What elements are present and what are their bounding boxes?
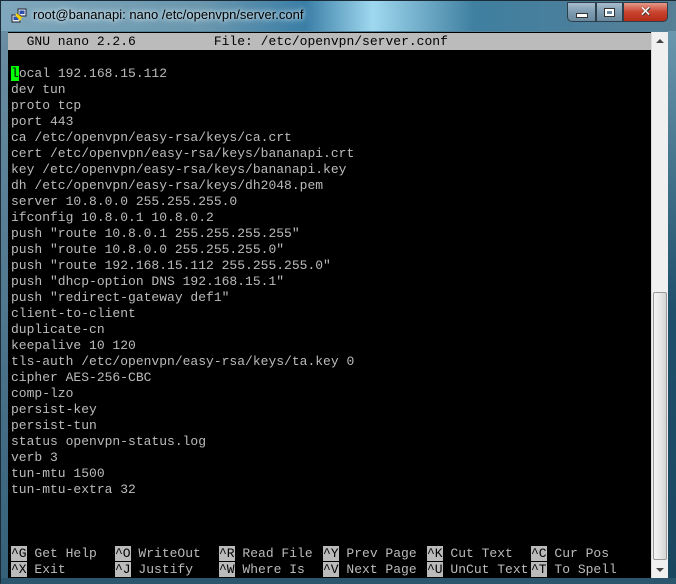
file-line[interactable]: cert /etc/openvpn/easy-rsa/keys/bananapi… — [11, 146, 354, 162]
title-bar[interactable]: root@bananapi: nano /etc/openvpn/server.… — [1, 1, 676, 31]
shortcut-label: Where Is — [234, 562, 321, 577]
shortcut-label: Prev Page — [338, 546, 425, 561]
shortcut-to-spell[interactable]: ^T To Spell — [531, 562, 617, 578]
shortcut-label: WriteOut — [130, 546, 217, 561]
arrow-up-icon — [656, 38, 664, 43]
nano-header-bar: GNU nano 2.2.6 File: /etc/openvpn/server… — [8, 33, 651, 50]
terminal-window: root@bananapi: nano /etc/openvpn/server.… — [0, 0, 676, 584]
file-line[interactable]: port 443 — [11, 114, 73, 130]
shortcut-read-file[interactable]: ^R Read File — [219, 546, 320, 562]
shortcut-key: ^W — [219, 562, 235, 577]
file-line[interactable]: tun-mtu-extra 32 — [11, 482, 136, 498]
vertical-scrollbar[interactable] — [651, 32, 668, 578]
maximize-icon — [604, 7, 615, 17]
file-line[interactable]: push "route 10.8.0.1 255.255.255.255" — [11, 226, 300, 242]
file-line[interactable]: push "redirect-gateway def1" — [11, 290, 229, 306]
shortcut-justify[interactable]: ^J Justify — [115, 562, 216, 578]
shortcut-label: Read File — [234, 546, 321, 561]
maximize-button[interactable] — [596, 2, 623, 22]
shortcut-label: UnCut Text — [442, 562, 529, 577]
file-line[interactable]: verb 3 — [11, 450, 58, 466]
file-line[interactable]: server 10.8.0.0 255.255.255.0 — [11, 194, 237, 210]
shortcut-label: Cut Text — [442, 546, 529, 561]
shortcut-key: ^R — [219, 546, 235, 561]
shortcut-label: Cur Pos — [546, 546, 610, 561]
file-line[interactable]: ca /etc/openvpn/easy-rsa/keys/ca.crt — [11, 130, 292, 146]
file-line[interactable]: persist-key — [11, 402, 97, 418]
window-title: root@bananapi: nano /etc/openvpn/server.… — [33, 7, 304, 22]
shortcut-key: ^J — [115, 562, 131, 577]
shortcut-writeout[interactable]: ^O WriteOut — [115, 546, 216, 562]
shortcut-key: ^T — [531, 562, 547, 577]
putty-app-icon[interactable] — [11, 8, 27, 24]
file-line[interactable]: client-to-client — [11, 306, 136, 322]
text-cursor: l — [11, 66, 19, 81]
shortcut-prev-page[interactable]: ^Y Prev Page — [323, 546, 424, 562]
file-line[interactable]: persist-tun — [11, 418, 97, 434]
shortcut-label: Next Page — [338, 562, 425, 577]
window-frame-right — [668, 31, 676, 584]
shortcut-label: Get Help — [26, 546, 113, 561]
shortcut-key: ^U — [427, 562, 443, 577]
shortcut-key: ^O — [115, 546, 131, 561]
shortcut-cut-text[interactable]: ^K Cut Text — [427, 546, 528, 562]
shortcut-key: ^K — [427, 546, 443, 561]
close-icon: ✕ — [639, 4, 652, 20]
scroll-up-button[interactable] — [652, 32, 668, 49]
scroll-down-button[interactable] — [652, 561, 668, 578]
file-line[interactable]: keepalive 10 120 — [11, 338, 136, 354]
close-button[interactable]: ✕ — [623, 2, 668, 22]
shortcut-label: To Spell — [546, 562, 617, 577]
file-line[interactable]: tun-mtu 1500 — [11, 466, 105, 482]
shortcut-next-page[interactable]: ^V Next Page — [323, 562, 424, 578]
shortcut-uncut-text[interactable]: ^U UnCut Text — [427, 562, 528, 578]
file-line[interactable]: tls-auth /etc/openvpn/easy-rsa/keys/ta.k… — [11, 354, 354, 370]
shortcut-key: ^X — [11, 562, 27, 577]
shortcut-label: Exit — [26, 562, 113, 577]
nano-header-text: GNU nano 2.2.6 File: /etc/openvpn/server… — [11, 34, 448, 49]
shortcut-key: ^C — [531, 546, 547, 561]
file-line[interactable]: cipher AES-256-CBC — [11, 370, 151, 386]
shortcut-key: ^V — [323, 562, 339, 577]
shortcut-exit[interactable]: ^X Exit — [11, 562, 112, 578]
scrollbar-thumb[interactable] — [653, 292, 667, 560]
file-line[interactable]: proto tcp — [11, 98, 81, 114]
file-line[interactable]: push "route 192.168.15.112 255.255.255.0… — [11, 258, 331, 274]
window-frame-left — [1, 31, 8, 584]
file-line[interactable]: ifconfig 10.8.0.1 10.8.0.2 — [11, 210, 214, 226]
file-line[interactable]: status openvpn-status.log — [11, 434, 206, 450]
file-line[interactable]: push "dhcp-option DNS 192.168.15.1" — [11, 274, 284, 290]
shortcut-get-help[interactable]: ^G Get Help — [11, 546, 112, 562]
file-line[interactable]: dh /etc/openvpn/easy-rsa/keys/dh2048.pem — [11, 178, 323, 194]
file-line[interactable]: comp-lzo — [11, 386, 73, 402]
file-line-text: ocal 192.168.15.112 — [18, 66, 168, 81]
minimize-button[interactable] — [567, 2, 596, 22]
shortcut-key: ^Y — [323, 546, 339, 561]
file-line[interactable]: key /etc/openvpn/easy-rsa/keys/bananapi.… — [11, 162, 346, 178]
file-line[interactable]: dev tun — [11, 82, 66, 98]
shortcut-cur-pos[interactable]: ^C Cur Pos — [531, 546, 609, 562]
file-line[interactable]: push "route 10.8.0.0 255.255.255.0" — [11, 242, 284, 258]
arrow-down-icon — [656, 567, 664, 572]
shortcut-where-is[interactable]: ^W Where Is — [219, 562, 320, 578]
shortcut-label: Justify — [130, 562, 217, 577]
minimize-icon — [575, 12, 588, 18]
shortcut-key: ^G — [11, 546, 27, 561]
terminal-area[interactable]: GNU nano 2.2.6 File: /etc/openvpn/server… — [8, 32, 651, 578]
file-line[interactable]: local 192.168.15.112 — [11, 66, 167, 82]
file-line[interactable]: duplicate-cn — [11, 322, 105, 338]
window-frame-bottom — [1, 578, 676, 584]
